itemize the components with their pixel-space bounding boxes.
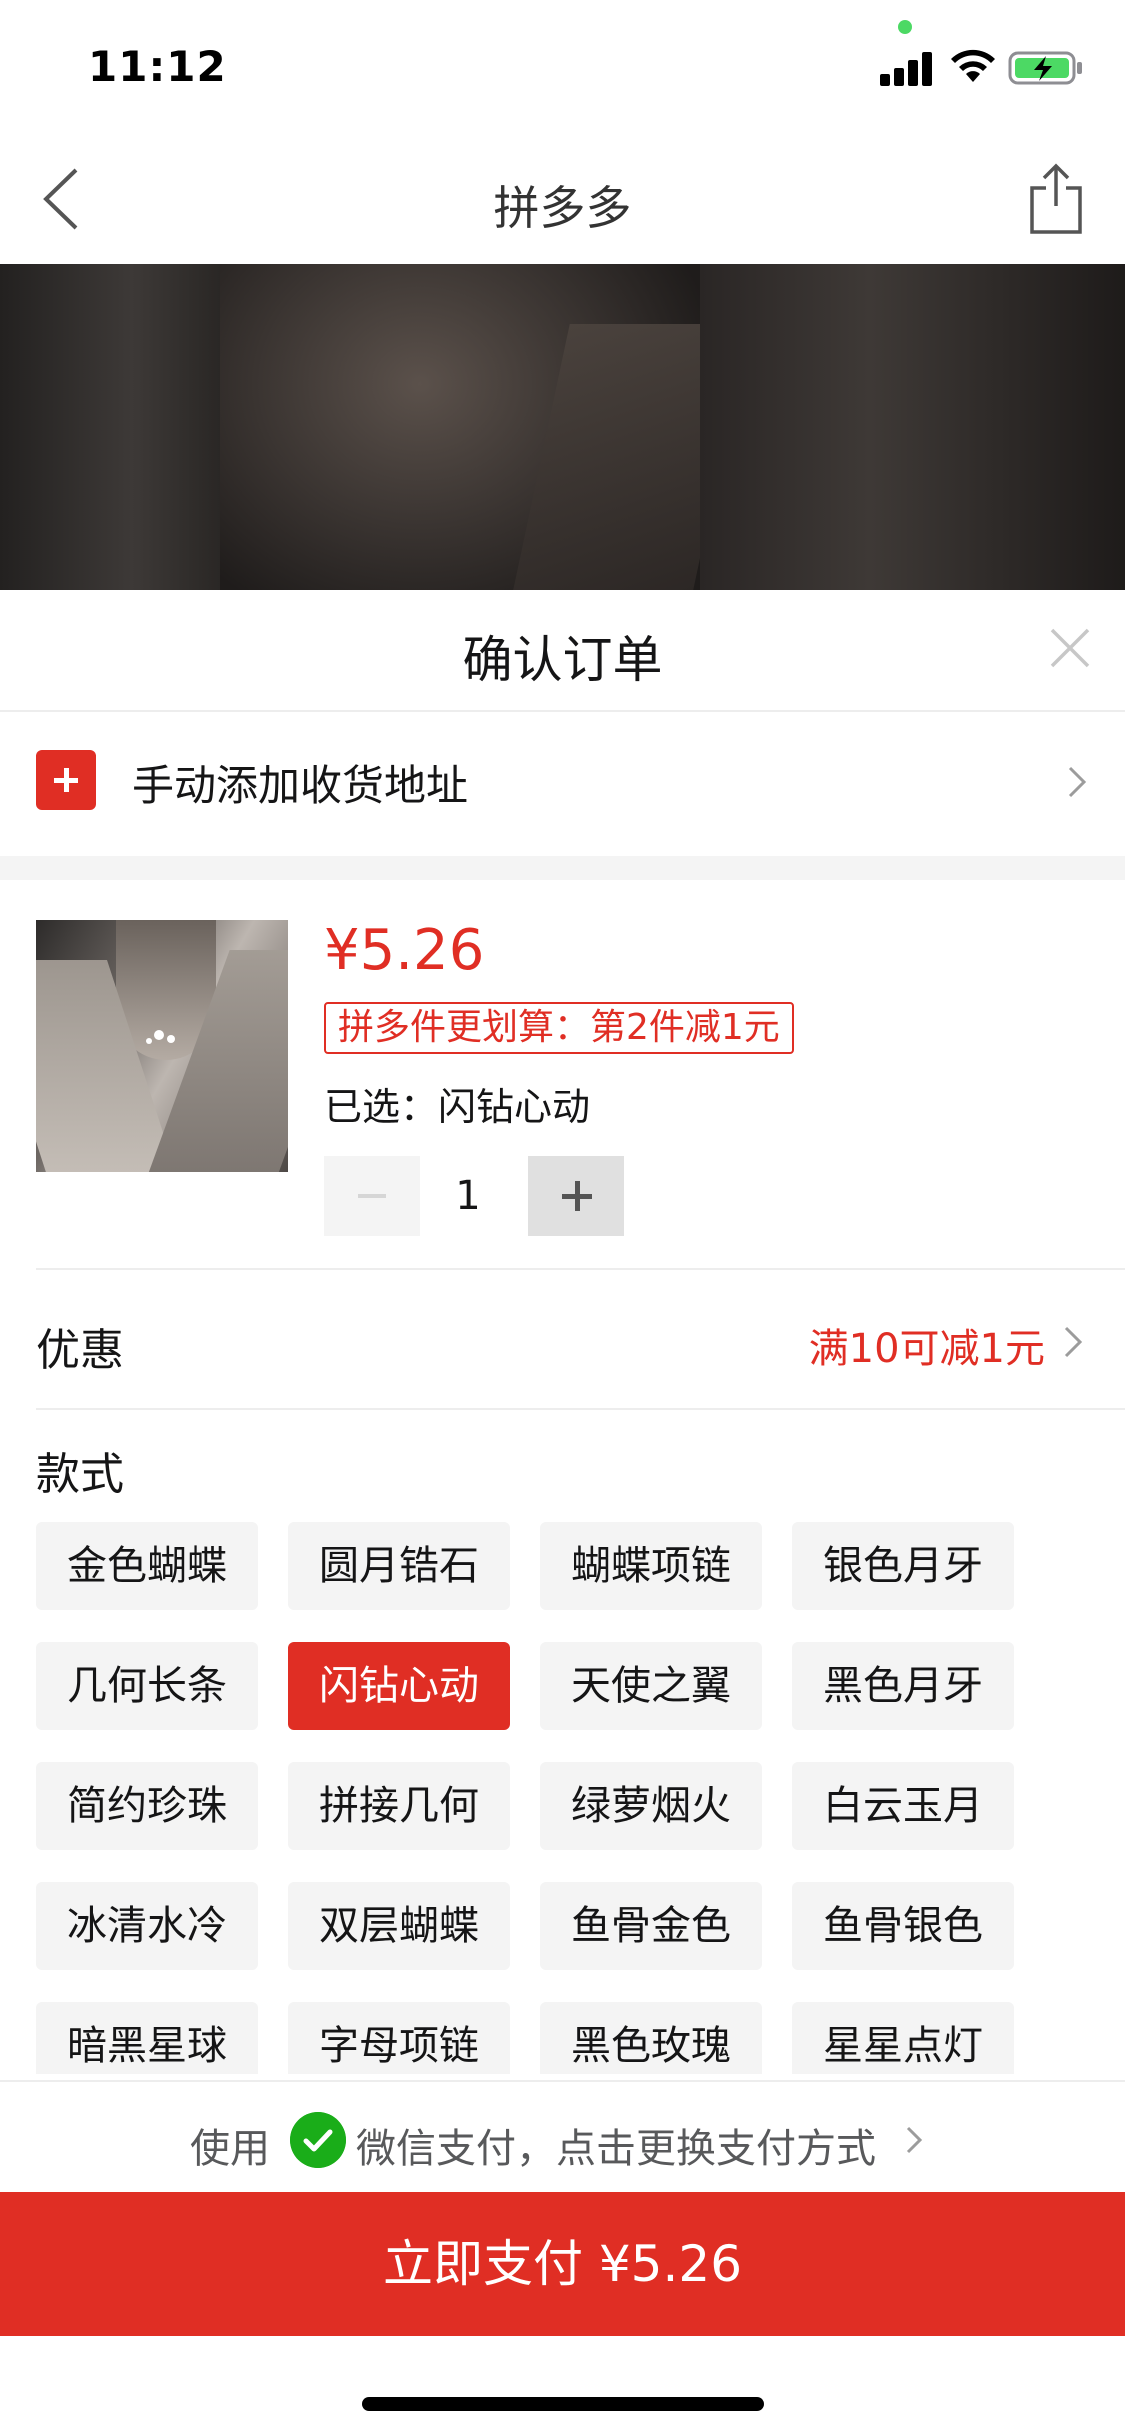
style-option[interactable]: 蝴蝶项链	[540, 1522, 762, 1610]
home-indicator[interactable]	[362, 2397, 764, 2411]
section-separator	[0, 856, 1125, 880]
chevron-right-icon	[1064, 1326, 1083, 1358]
decrease-quantity-button[interactable]	[324, 1156, 420, 1236]
payment-method-text: 微信支付，点击更换支付方式	[356, 2126, 876, 2172]
style-options-grid: 金色蝴蝶 圆月锆石 蝴蝶项链 银色月牙几何长条 闪钻心动 天使之翼 黑色月牙简约珍珠 拼接几何…	[36, 1522, 1036, 2074]
quantity-value: 1	[455, 1173, 481, 1219]
chevron-right-icon	[1068, 766, 1087, 798]
style-option[interactable]: 简约珍珠	[36, 1762, 258, 1850]
product-price: ¥5.26	[324, 918, 485, 983]
cellular-signal-icon	[880, 50, 938, 86]
style-option[interactable]: 银色月牙	[792, 1522, 1014, 1610]
product-thumbnail	[36, 920, 288, 1172]
plus-icon	[36, 750, 96, 810]
style-option[interactable]: 暗黑星球	[36, 2002, 258, 2074]
discount-label: 优惠	[36, 1325, 124, 1376]
style-option[interactable]: 天使之翼	[540, 1642, 762, 1730]
divider	[36, 1268, 1125, 1270]
discount-value: 满10可减1元	[808, 1326, 1045, 1372]
add-address-label: 手动添加收货地址	[132, 761, 469, 810]
style-option[interactable]: 双层蝴蝶	[288, 1882, 510, 1970]
payment-method-row[interactable]: 使用 微信支付，点击更换支付方式	[0, 2082, 1125, 2198]
style-option[interactable]: 绿萝烟火	[540, 1762, 762, 1850]
page-title: 拼多多	[493, 181, 632, 235]
style-option[interactable]: 几何长条	[36, 1642, 258, 1730]
sheet-title: 确认订单	[462, 631, 663, 689]
discount-row[interactable]: 优惠 满10可减1元	[0, 1272, 1125, 1412]
style-option[interactable]: 圆月锆石	[288, 1522, 510, 1610]
battery-charging-icon	[1008, 51, 1082, 85]
style-option[interactable]: 星星点灯	[792, 2002, 1014, 2074]
style-option[interactable]: 拼接几何	[288, 1762, 510, 1850]
status-time: 11:12	[88, 42, 227, 91]
wifi-icon	[951, 49, 995, 82]
quantity-stepper: 1	[324, 1156, 624, 1236]
navigation-bar: 拼多多	[0, 132, 1125, 264]
pay-now-button[interactable]: 立即支付 ¥5.26	[0, 2192, 1125, 2336]
camera-indicator-dot	[898, 20, 912, 34]
style-label: 款式	[36, 1449, 124, 1500]
add-address-row[interactable]: 手动添加收货地址	[0, 712, 1125, 852]
background-product-photo	[0, 264, 1125, 590]
order-confirm-sheet: 确认订单 手动添加收货地址 ¥5.26 拼多件更划算：第2件减1元 已选：闪钻心…	[0, 590, 1125, 2436]
style-option[interactable]: 黑色玫瑰	[540, 2002, 762, 2074]
payment-prefix: 使用	[190, 2126, 270, 2172]
divider	[36, 1408, 1125, 1410]
style-option[interactable]: 金色蝴蝶	[36, 1522, 258, 1610]
style-option[interactable]: 鱼骨银色	[792, 1882, 1014, 1970]
style-option[interactable]: 白云玉月	[792, 1762, 1014, 1850]
promo-tag: 拼多件更划算：第2件减1元	[324, 1002, 794, 1054]
close-icon[interactable]	[1048, 626, 1092, 670]
style-option[interactable]: 闪钻心动	[288, 1642, 510, 1730]
wechat-pay-icon	[290, 2112, 346, 2168]
increase-quantity-button[interactable]	[528, 1156, 624, 1236]
status-bar: 11:12	[0, 0, 1125, 132]
chevron-right-icon	[906, 2126, 923, 2154]
style-option[interactable]: 黑色月牙	[792, 1642, 1014, 1730]
style-option[interactable]: 字母项链	[288, 2002, 510, 2074]
share-icon[interactable]	[1024, 162, 1088, 236]
style-option[interactable]: 冰清水冷	[36, 1882, 258, 1970]
selected-spec: 已选：闪钻心动	[324, 1085, 591, 1129]
style-option[interactable]: 鱼骨金色	[540, 1882, 762, 1970]
